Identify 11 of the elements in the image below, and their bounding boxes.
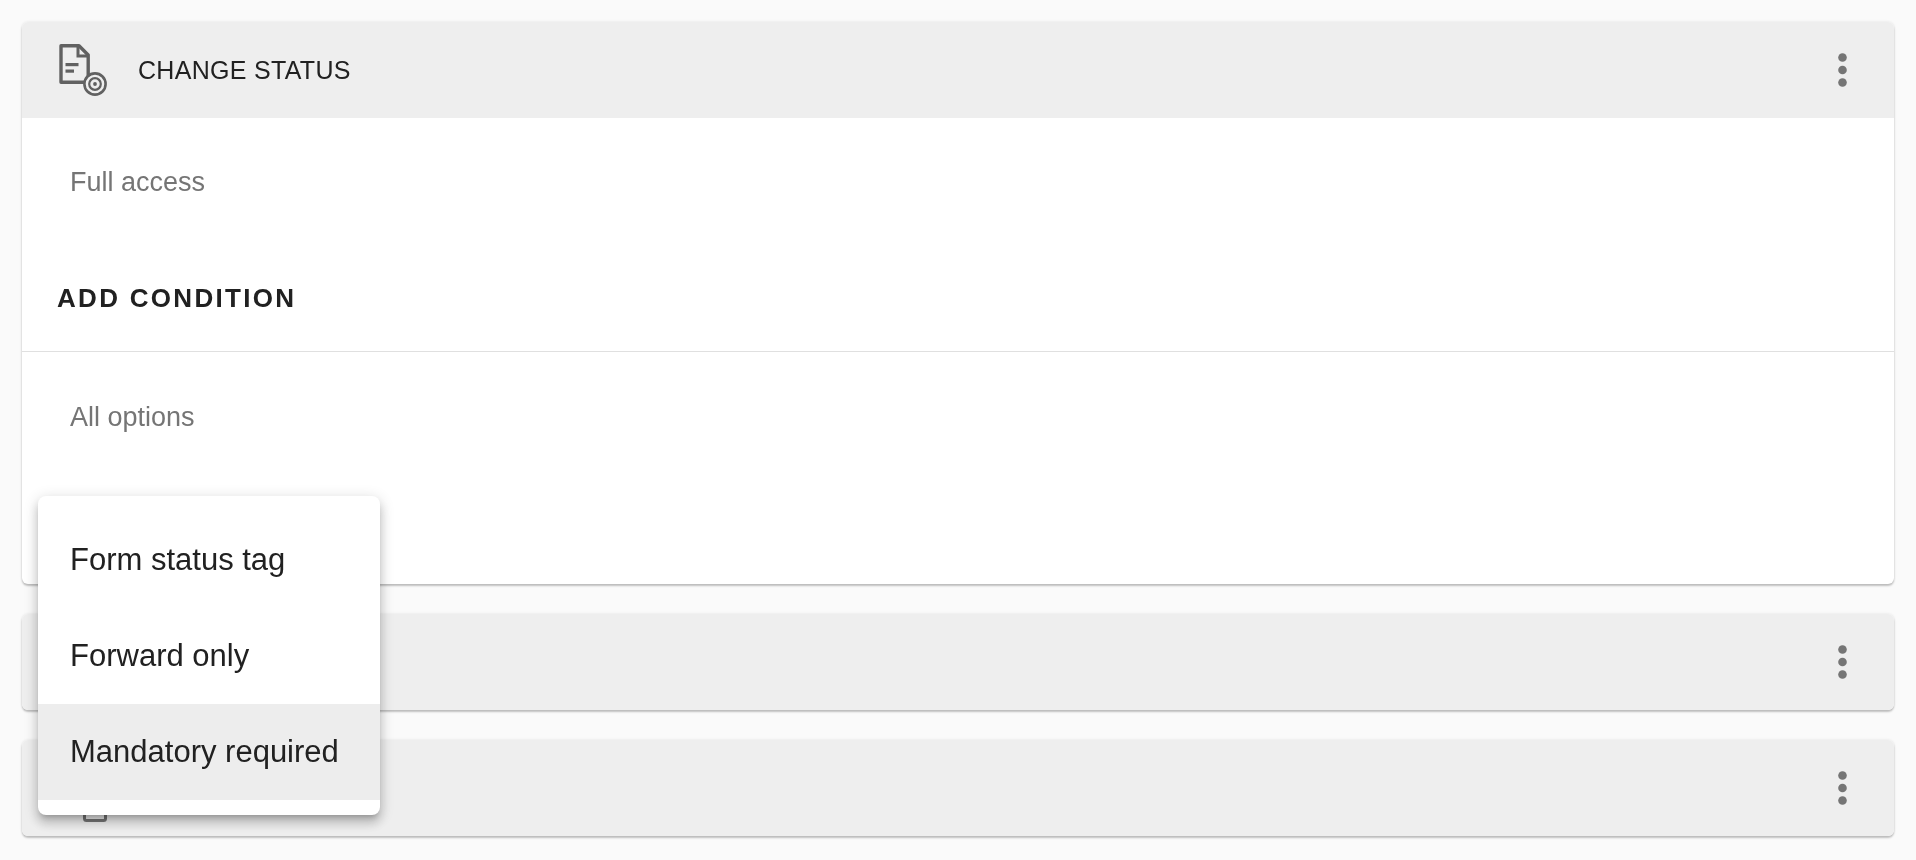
more-icon (1837, 645, 1847, 679)
more-icon (1837, 771, 1847, 805)
add-condition-button[interactable]: ADD CONDITION (45, 269, 309, 328)
menu-item[interactable]: Mandatory required (38, 704, 380, 800)
panel-title: CHANGE STATUS (138, 55, 351, 85)
more-icon (1837, 53, 1847, 87)
menu-item[interactable]: Form status tag (38, 512, 380, 608)
access-select[interactable]: Full access (70, 166, 206, 198)
panel-header[interactable]: CHANGE STATUS (22, 22, 1894, 118)
menu-item[interactable]: Forward only (38, 608, 380, 704)
condition-select[interactable]: All options (70, 401, 195, 433)
